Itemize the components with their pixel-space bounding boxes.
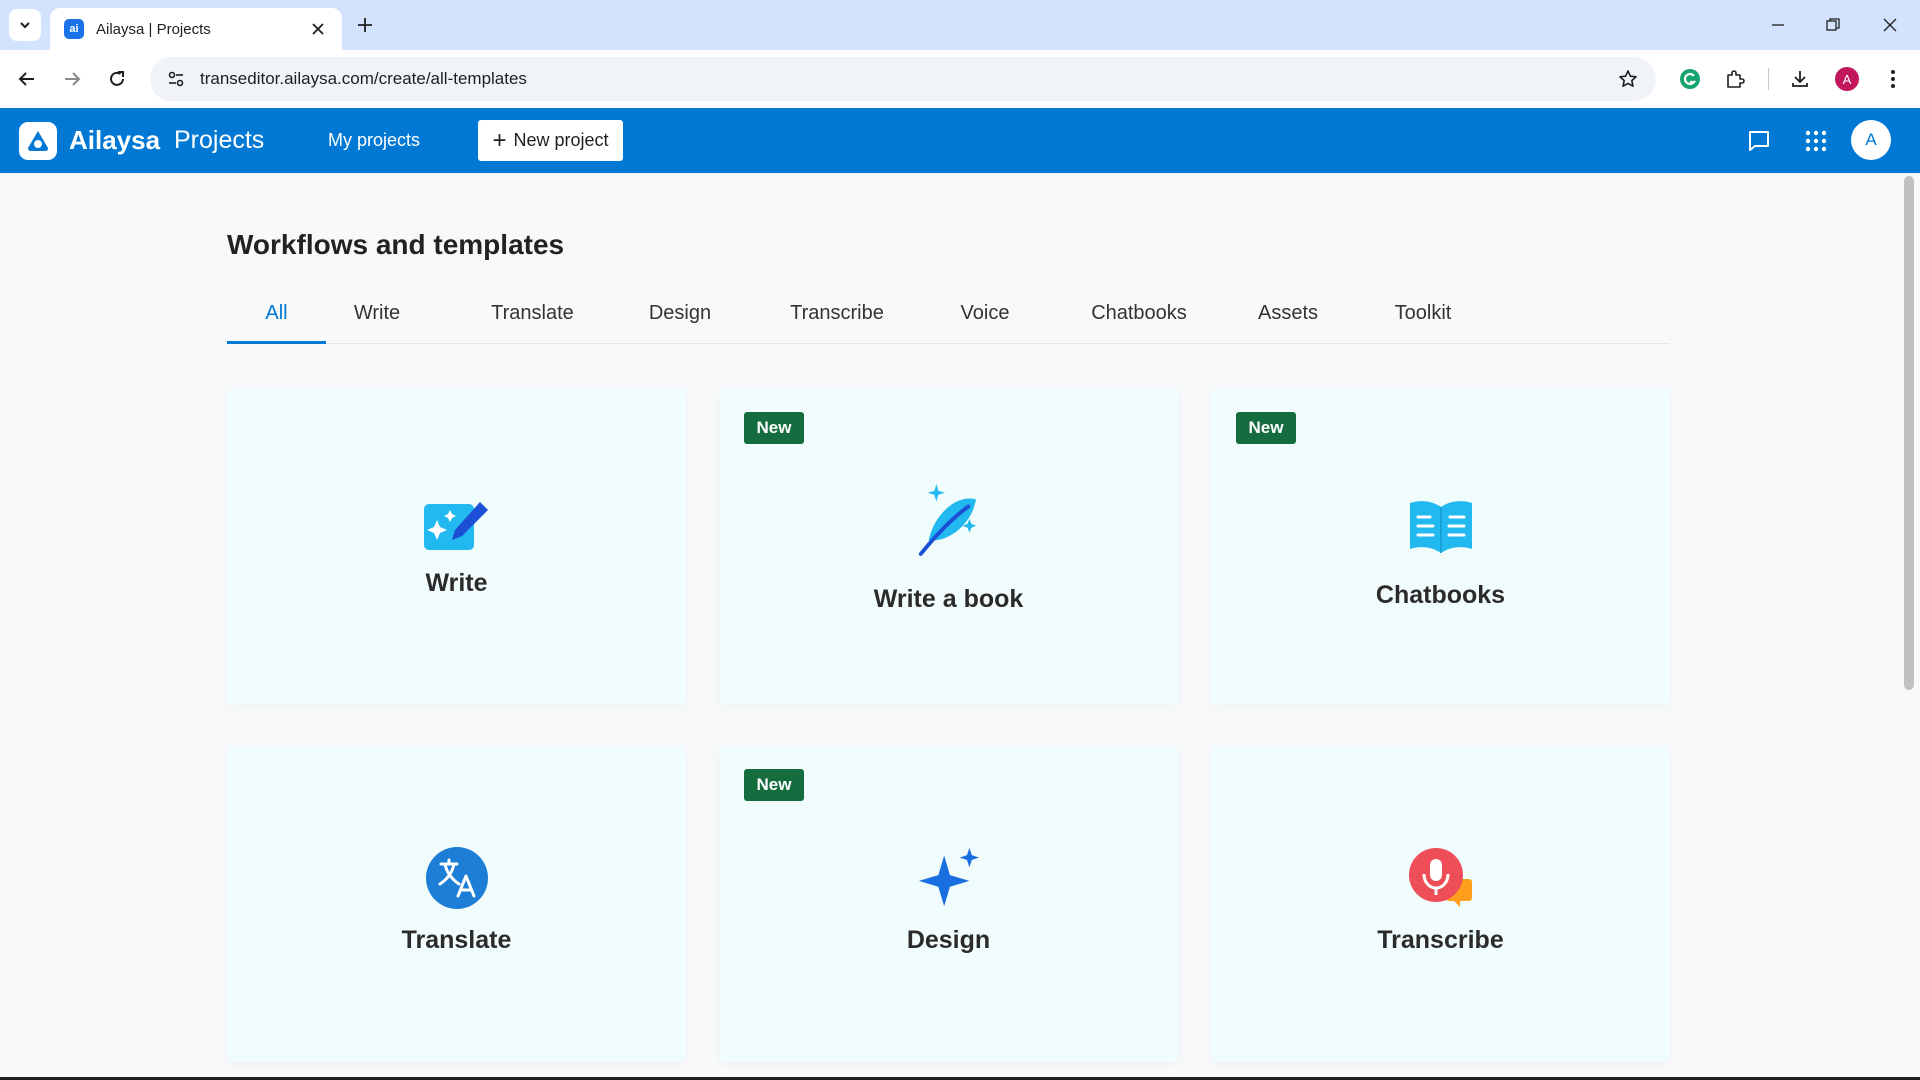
ailaysa-favicon-icon: ai — [64, 19, 84, 39]
plus-icon: + — [492, 126, 507, 154]
apps-grid-icon — [1805, 130, 1827, 152]
new-badge: New — [744, 412, 804, 444]
grammarly-extension-icon[interactable] — [1673, 62, 1707, 96]
tab-assets[interactable]: Assets — [1243, 294, 1333, 344]
minimize-icon — [1772, 24, 1784, 26]
browser-menu-button[interactable] — [1876, 62, 1910, 96]
microphone-icon — [1407, 844, 1475, 912]
bookmark-star-icon[interactable] — [1606, 57, 1650, 101]
tab-toolkit[interactable]: Toolkit — [1378, 294, 1468, 344]
card-label: Write a book — [873, 585, 1024, 613]
url-text: transeditor.ailaysa.com/create/all-templ… — [200, 69, 527, 88]
template-card-translate[interactable]: Translate — [227, 746, 686, 1062]
sparkle-icon — [915, 844, 983, 912]
scrollbar-thumb[interactable] — [1904, 176, 1914, 690]
extensions-puzzle-icon[interactable] — [1718, 62, 1752, 96]
translate-icon — [423, 844, 491, 912]
browser-toolbar: transeditor.ailaysa.com/create/all-templ… — [0, 50, 1920, 108]
profile-avatar: A — [1835, 67, 1859, 91]
download-icon[interactable] — [1783, 62, 1817, 96]
brand-subtitle: Projects — [174, 126, 265, 154]
reload-button[interactable] — [100, 62, 134, 96]
page-title: Workflows and templates — [227, 229, 565, 260]
apps-button[interactable] — [1799, 124, 1833, 158]
close-window-button[interactable] — [1872, 8, 1908, 42]
card-label: Design — [906, 926, 991, 954]
brand-name[interactable]: Ailaysa — [69, 125, 160, 156]
tab-title: Ailaysa | Projects — [96, 20, 211, 38]
restore-button[interactable] — [1815, 8, 1851, 42]
reload-icon — [110, 71, 124, 86]
new-tab-button[interactable] — [350, 10, 380, 40]
kebab-menu-icon — [1891, 70, 1895, 88]
write-icon — [423, 493, 491, 561]
open-book-icon — [1407, 493, 1475, 561]
close-icon — [1883, 18, 1897, 32]
new-project-button[interactable]: + New project — [478, 120, 623, 161]
template-card-design[interactable]: New Design — [719, 746, 1178, 1062]
new-project-label: New project — [513, 130, 609, 150]
plus-icon — [358, 18, 372, 32]
tab-chatbooks[interactable]: Chatbooks — [1069, 294, 1209, 344]
restore-icon — [1826, 18, 1840, 31]
minimize-button[interactable] — [1760, 8, 1796, 42]
category-tabs: All Write Translate Design Transcribe Vo… — [227, 294, 1670, 344]
tab-transcribe[interactable]: Transcribe — [774, 294, 900, 344]
arrow-left-icon — [18, 72, 34, 86]
my-projects-link[interactable]: My projects — [328, 130, 420, 151]
tab-translate[interactable]: Translate — [480, 294, 585, 344]
site-settings-icon[interactable] — [154, 57, 198, 101]
tab-search-button[interactable] — [9, 9, 41, 41]
card-label: Translate — [401, 926, 512, 954]
tab-close-button[interactable] — [308, 19, 328, 39]
user-avatar[interactable]: A — [1851, 120, 1891, 160]
ailaysa-logo-icon[interactable] — [19, 122, 57, 160]
new-badge: New — [1236, 412, 1296, 444]
browser-tabstrip: ai Ailaysa | Projects — [0, 0, 1920, 50]
back-button[interactable] — [10, 62, 44, 96]
template-card-transcribe[interactable]: Transcribe — [1211, 746, 1670, 1062]
app-header: Ailaysa Projects My projects + New proje… — [0, 108, 1920, 173]
arrow-right-icon — [65, 72, 81, 86]
forward-button[interactable] — [55, 62, 89, 96]
close-icon — [312, 23, 324, 35]
tab-design[interactable]: Design — [635, 294, 725, 344]
template-card-write-a-book[interactable]: New Write a book — [719, 389, 1178, 705]
address-bar[interactable]: transeditor.ailaysa.com/create/all-templ… — [150, 57, 1656, 101]
feedback-button[interactable] — [1742, 124, 1776, 158]
card-label: Transcribe — [1377, 926, 1504, 954]
card-label: Chatbooks — [1375, 581, 1506, 609]
chevron-down-icon — [20, 22, 30, 29]
tab-voice[interactable]: Voice — [945, 294, 1025, 344]
profile-button[interactable]: A — [1830, 62, 1864, 96]
toolbar-divider — [1768, 68, 1769, 90]
chat-icon — [1749, 131, 1769, 151]
template-card-chatbooks[interactable]: New Chatbooks — [1211, 389, 1670, 705]
feather-icon — [915, 484, 983, 556]
tab-write[interactable]: Write — [337, 294, 417, 344]
tab-all[interactable]: All — [227, 294, 326, 344]
new-badge: New — [744, 769, 804, 801]
card-label: Write — [425, 569, 488, 597]
browser-tab[interactable]: ai Ailaysa | Projects — [50, 8, 342, 50]
template-card-write[interactable]: Write — [227, 389, 686, 705]
